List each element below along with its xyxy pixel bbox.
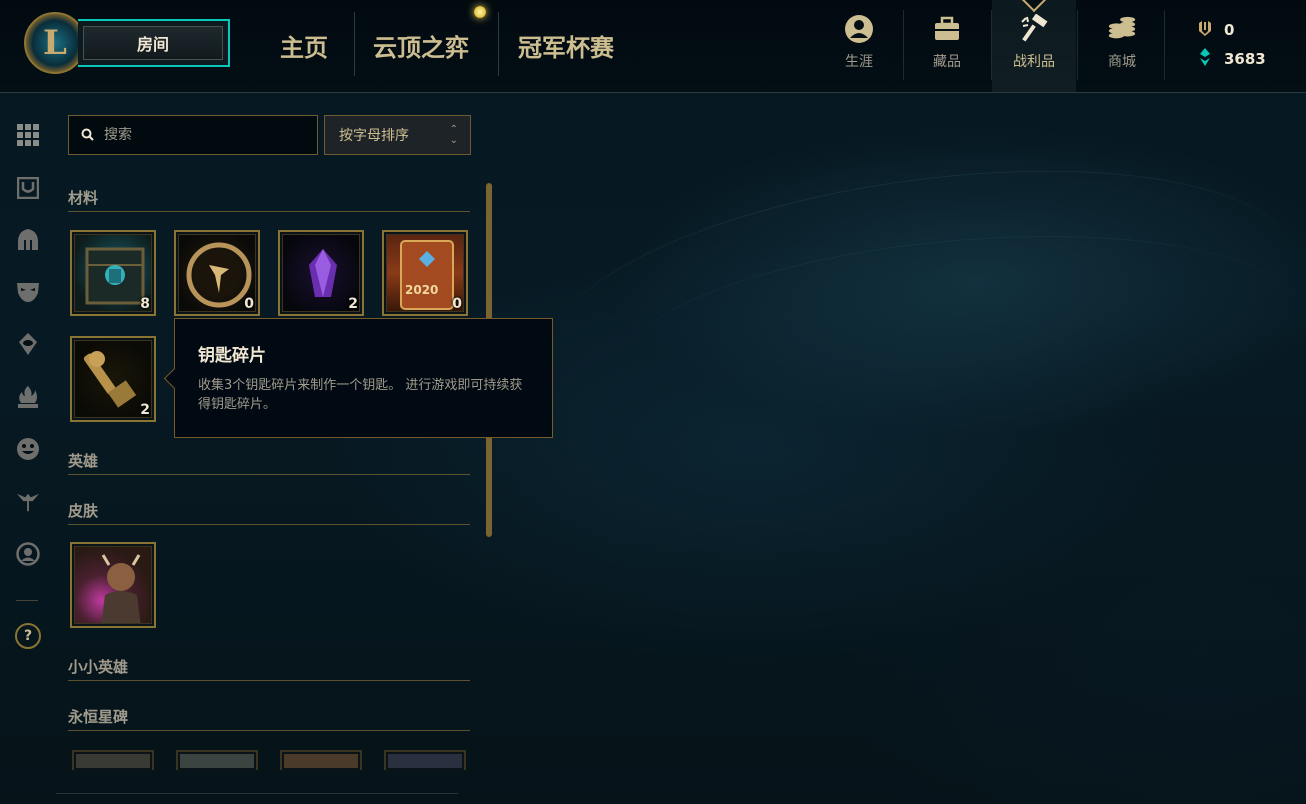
search-icon [81, 126, 94, 145]
sort-dropdown[interactable]: 按字母排序 ⌃ ⌄ [324, 115, 471, 155]
loot-item-hextech-chest[interactable]: 8 [70, 230, 156, 316]
item-count: 0 [452, 296, 462, 312]
profile-icon [844, 14, 874, 44]
nav-store-button[interactable]: 商城 [1080, 0, 1164, 92]
help-button[interactable]: ? [15, 623, 41, 649]
panel-bottom-divider [56, 793, 458, 794]
loot-item-gemstone[interactable]: 2 [278, 230, 364, 316]
section-title-materials: 材料 [68, 189, 99, 207]
profile-circle-icon[interactable] [16, 542, 40, 566]
item-count: 0 [244, 296, 254, 312]
sort-label: 按字母排序 [339, 128, 409, 144]
rp-balance[interactable]: 0 [1196, 19, 1234, 41]
emote-face-icon[interactable] [16, 437, 40, 461]
blue-essence-amount: 3683 [1224, 50, 1266, 68]
nav-profile-label: 生涯 [845, 54, 873, 70]
item-count: 2 [348, 296, 358, 312]
rp-amount: 0 [1224, 21, 1235, 39]
search-field[interactable] [68, 115, 318, 155]
little-legend-icon[interactable] [16, 490, 40, 514]
tab-home[interactable]: 主页 [280, 28, 328, 63]
nav-collection-button[interactable]: 藏品 [905, 0, 989, 92]
loot-category-rail: ? [0, 94, 56, 804]
play-button[interactable]: 房间 [78, 19, 230, 67]
nav-profile-button[interactable]: 生涯 [817, 0, 901, 92]
item-count: 8 [140, 296, 150, 312]
nav-store-label: 商城 [1108, 54, 1136, 70]
loot-item-eternal[interactable] [384, 750, 466, 770]
loot-item-key-emblem[interactable]: 0 [174, 230, 260, 316]
section-divider [68, 680, 470, 681]
loot-item-2020-card[interactable]: 2020 0 [382, 230, 468, 316]
nav-divider [354, 12, 355, 76]
loot-item-eternal[interactable] [280, 750, 362, 770]
item-tooltip: 钥匙碎片 收集3个钥匙碎片来制作一个钥匙。 进行游戏即可持续获得钥匙碎片。 [174, 318, 553, 438]
blue-essence-icon [1196, 47, 1214, 71]
item-count: 2 [140, 402, 150, 418]
top-navigation-bar: L 房间 主页 云顶之弈 冠军杯赛 生涯 藏品 战利品 商城 0 3683 [0, 0, 1306, 93]
chest-icon[interactable] [16, 176, 40, 200]
collection-bag-icon [932, 14, 962, 44]
rail-divider [16, 600, 38, 601]
chevron-updown-icon: ⌃ ⌄ [449, 124, 458, 146]
section-divider [68, 211, 470, 212]
section-title-champions: 英雄 [68, 452, 99, 470]
event-card-year: 2020 [405, 283, 439, 297]
blue-essence-balance[interactable]: 3683 [1196, 47, 1266, 71]
emote-flame-icon[interactable] [16, 385, 40, 409]
eternal-icon [284, 754, 358, 768]
nav-collection-label: 藏品 [933, 54, 961, 70]
league-logo-icon[interactable]: L [24, 12, 86, 74]
tab-clash[interactable]: 冠军杯赛 [518, 28, 614, 63]
eternal-icon [388, 754, 462, 768]
tooltip-description: 收集3个钥匙碎片来制作一个钥匙。 进行游戏即可持续获得钥匙碎片。 [198, 378, 523, 412]
section-title-skins: 皮肤 [68, 502, 99, 520]
loot-item-eternal[interactable] [176, 750, 258, 770]
skin-mask-icon[interactable] [16, 280, 40, 304]
section-title-eternals: 永恒星碑 [68, 708, 129, 726]
nav-divider [903, 10, 904, 80]
tab-tft[interactable]: 云顶之弈 [373, 28, 469, 63]
ward-icon[interactable] [16, 332, 40, 356]
loot-item-eternal[interactable] [72, 750, 154, 770]
store-coins-icon [1107, 14, 1137, 44]
skin-shard-icon [74, 546, 152, 624]
section-divider [68, 524, 470, 525]
section-divider [68, 730, 470, 731]
nav-loot-button[interactable]: 战利品 [992, 0, 1076, 92]
nav-loot-label: 战利品 [1013, 54, 1055, 70]
notification-dot-icon [474, 6, 486, 18]
nav-divider [1164, 10, 1165, 80]
loot-item-skin-shard[interactable] [70, 542, 156, 628]
tooltip-title: 钥匙碎片 [198, 346, 266, 366]
eternal-icon [180, 754, 254, 768]
rp-icon [1196, 19, 1214, 41]
eternal-icon [76, 754, 150, 768]
loot-hammer-icon [1019, 14, 1049, 44]
nav-divider [1077, 10, 1078, 80]
play-button-label: 房间 [83, 26, 223, 60]
section-divider [68, 474, 470, 475]
loot-item-key-fragment[interactable]: 2 [70, 336, 156, 422]
grid-icon[interactable] [16, 123, 40, 147]
section-title-little-legends: 小小英雄 [68, 658, 129, 676]
champion-helmet-icon[interactable] [16, 228, 40, 252]
search-input[interactable] [104, 127, 294, 143]
nav-divider [498, 12, 499, 76]
